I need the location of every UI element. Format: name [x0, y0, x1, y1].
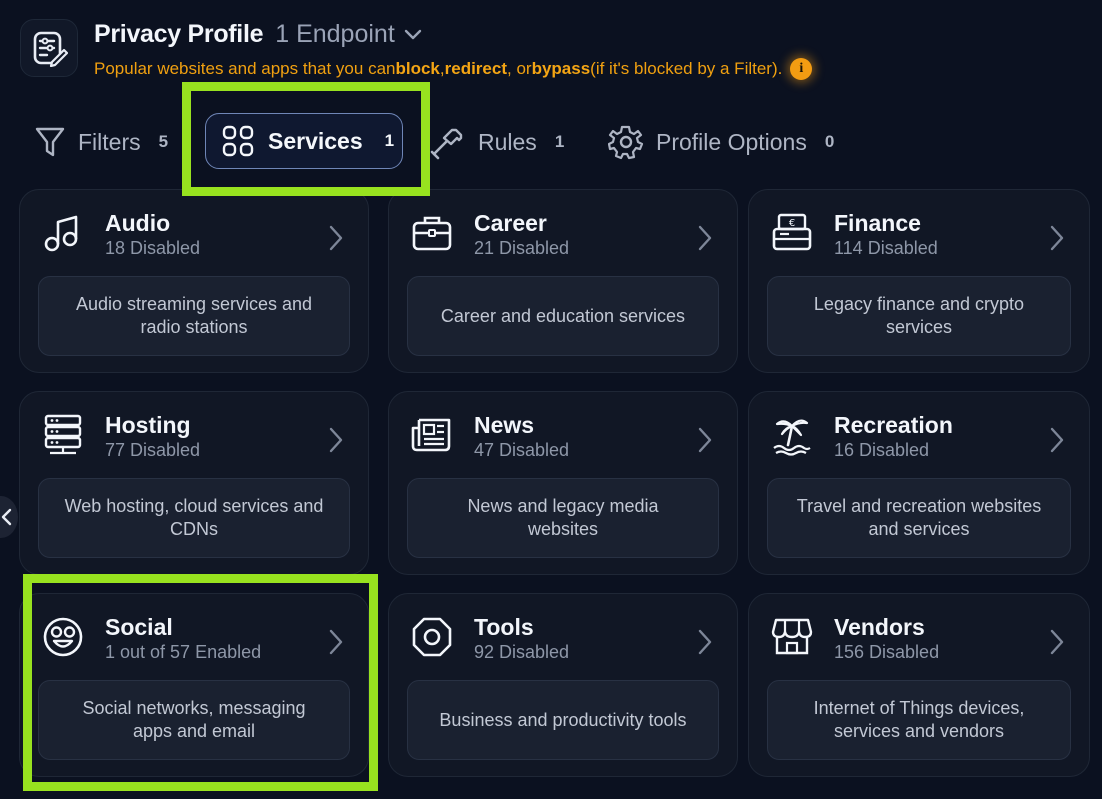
chevron-right-icon: [1050, 629, 1064, 655]
chevron-right-icon: [329, 225, 343, 251]
service-card-hosting[interactable]: Hosting 77 Disabled Web hosting, cloud s…: [19, 391, 369, 575]
page-title: Privacy Profile: [94, 20, 264, 48]
tab-profile-options-label: Profile Options: [656, 128, 807, 155]
briefcase-icon: [412, 216, 452, 251]
music-note-icon: [44, 215, 78, 252]
endpoint-label: 1 Endpoint: [275, 20, 395, 48]
tab-services[interactable]: Services 1: [205, 113, 403, 169]
card-description: Career and education services: [407, 276, 719, 356]
profile-settings-icon: [33, 31, 68, 67]
palm-tree-icon: [773, 419, 811, 456]
card-status: 21 Disabled: [474, 238, 570, 258]
storefront-icon: [771, 618, 813, 655]
tab-filters-count: 5: [158, 132, 169, 151]
card-title: News: [474, 412, 535, 438]
grid-icon: [222, 125, 254, 157]
service-card-finance[interactable]: € Finance 114 Disabled Legacy finance an…: [748, 189, 1090, 373]
chevron-right-icon: [698, 629, 712, 655]
card-description: Travel and recreation websites and servi…: [767, 478, 1071, 558]
service-card-tools[interactable]: Tools 92 Disabled Business and productiv…: [388, 593, 738, 777]
card-status: 156 Disabled: [834, 642, 940, 662]
app-logo: [20, 19, 78, 77]
endpoint-selector[interactable]: 1 Endpoint: [275, 20, 423, 49]
card-status: 18 Disabled: [105, 238, 201, 258]
card-title: Finance: [834, 210, 921, 236]
svg-text:€: €: [789, 218, 795, 229]
card-description: Audio streaming services and radio stati…: [38, 276, 350, 356]
card-title: Hosting: [105, 412, 191, 438]
card-title: Social: [105, 614, 173, 640]
tab-rules[interactable]: Rules 1: [430, 118, 564, 166]
chevron-right-icon: [1050, 225, 1064, 251]
smiley-icon: [43, 617, 83, 657]
hammer-icon: [430, 128, 463, 160]
card-description: Business and productivity tools: [407, 680, 719, 760]
server-icon: [44, 414, 82, 455]
card-description: News and legacy media websites: [407, 478, 719, 558]
chevron-down-icon: [404, 29, 421, 39]
page-subtitle: Popular websites and apps that you can b…: [94, 58, 813, 80]
tab-services-label: Services: [268, 127, 363, 154]
card-title: Vendors: [834, 614, 925, 640]
card-status: 47 Disabled: [474, 440, 570, 460]
chevron-left-icon: [1, 508, 12, 526]
service-card-audio[interactable]: Audio 18 Disabled Audio streaming servic…: [19, 189, 369, 373]
card-title: Career: [474, 210, 547, 236]
card-status: 77 Disabled: [105, 440, 201, 460]
service-card-recreation[interactable]: Recreation 16 Disabled Travel and recrea…: [748, 391, 1090, 575]
card-description: Internet of Things devices, services and…: [767, 680, 1071, 760]
chevron-right-icon: [698, 225, 712, 251]
tab-filters-label: Filters: [78, 128, 141, 155]
cash-register-icon: €: [772, 213, 812, 251]
filter-icon: [35, 127, 65, 157]
info-icon[interactable]: i: [790, 58, 813, 80]
card-title: Audio: [105, 210, 171, 236]
service-card-vendors[interactable]: Vendors 156 Disabled Internet of Things …: [748, 593, 1090, 777]
chevron-right-icon: [1050, 427, 1064, 453]
card-status: 114 Disabled: [834, 238, 938, 258]
card-description: Social networks, messaging apps and emai…: [38, 680, 350, 760]
card-title: Tools: [474, 614, 534, 640]
newspaper-icon: [411, 418, 451, 452]
service-card-career[interactable]: Career 21 Disabled Career and education …: [388, 189, 738, 373]
chevron-right-icon: [698, 427, 712, 453]
service-card-news[interactable]: News 47 Disabled News and legacy media w…: [388, 391, 738, 575]
chevron-right-icon: [329, 427, 343, 453]
sidebar-collapse-handle[interactable]: [0, 496, 18, 538]
card-description: Legacy finance and crypto services: [767, 276, 1071, 356]
octagon-icon: [412, 617, 452, 657]
tab-services-count: 1: [384, 131, 395, 150]
card-status: 16 Disabled: [834, 440, 930, 460]
tab-rules-count: 1: [554, 132, 565, 151]
chevron-right-icon: [329, 629, 343, 655]
card-description: Web hosting, cloud services and CDNs: [38, 478, 350, 558]
tab-profile-options[interactable]: Profile Options 0: [608, 118, 834, 166]
gear-icon: [608, 125, 644, 160]
service-card-social[interactable]: Social 1 out of 57 Enabled Social networ…: [19, 593, 369, 777]
tab-profile-options-count: 0: [824, 132, 835, 151]
tab-filters[interactable]: Filters 5: [34, 118, 168, 166]
card-title: Recreation: [834, 412, 953, 438]
card-status: 1 out of 57 Enabled: [105, 642, 262, 662]
card-status: 92 Disabled: [474, 642, 570, 662]
tab-rules-label: Rules: [478, 128, 537, 155]
